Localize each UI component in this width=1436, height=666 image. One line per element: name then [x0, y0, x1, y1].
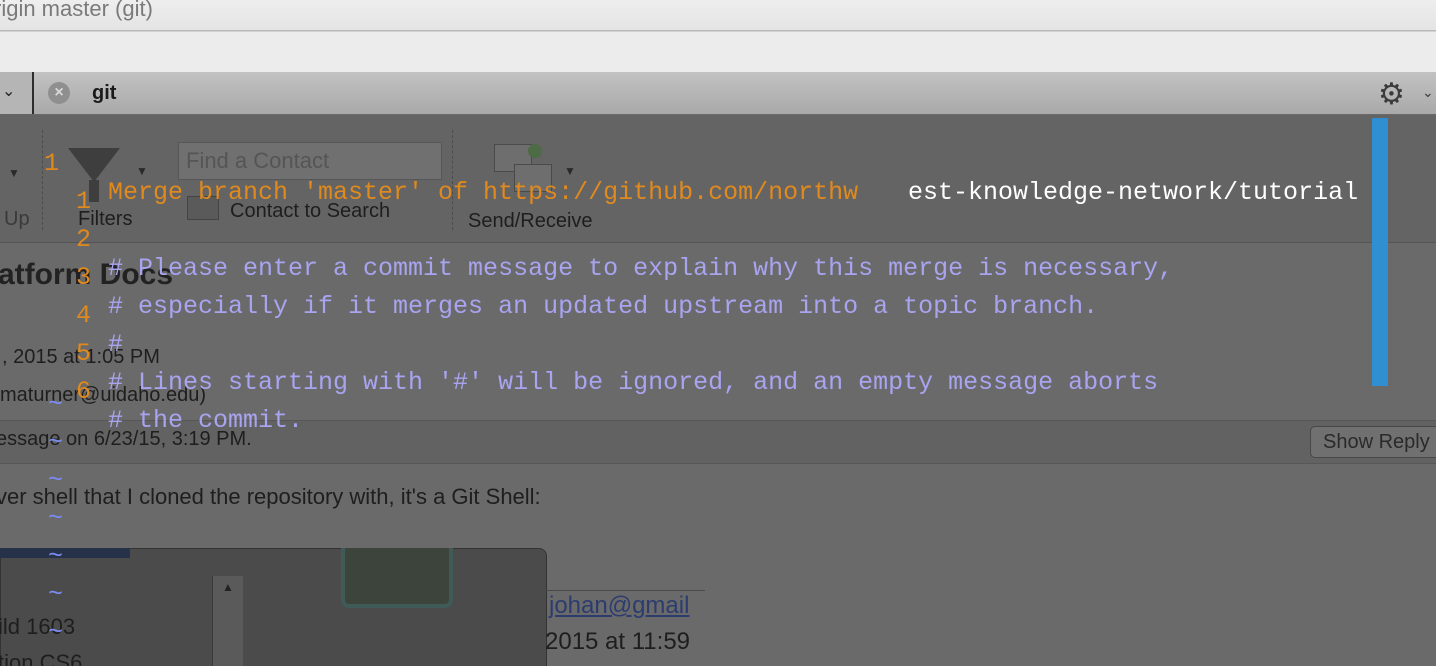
- editor-line: 2 # Please enter a commit message to exp…: [34, 196, 1173, 283]
- close-circle-icon[interactable]: ×: [48, 82, 70, 104]
- tab-git[interactable]: git: [92, 82, 116, 105]
- empty-line-tilde: ~: [48, 542, 64, 571]
- chevron-down-icon[interactable]: ⌄: [1422, 84, 1434, 101]
- line-number: 6: [76, 377, 92, 406]
- terminal-tab-bar: × git ⚙ ⌄: [34, 72, 1436, 115]
- empty-line-tilde: ~: [48, 466, 64, 495]
- merge-message-part2: est-knowledge-network/tutorial: [908, 178, 1359, 207]
- empty-line-tilde: ~: [48, 504, 64, 533]
- chevron-down-icon[interactable]: ⌄: [2, 81, 15, 101]
- left-pane-header[interactable]: ⌄: [0, 72, 32, 115]
- window-title: rigin master (git): [0, 0, 153, 21]
- empty-line-tilde: ~: [48, 580, 64, 609]
- comment-line: # Lines starting with '#' will be ignore…: [108, 368, 1159, 397]
- merge-message-part1: Merge branch 'master' of https://github.…: [108, 178, 859, 207]
- editor-line: 6 # the commit.: [34, 348, 303, 435]
- editor-line: 1 Merge branch 'master' of https://githu…: [34, 120, 1358, 207]
- comment-line: # especially if it merges an updated ups…: [108, 292, 1099, 321]
- comment-line: # the commit.: [108, 406, 304, 435]
- cursor-highlight: [1372, 118, 1388, 386]
- comment-line: #: [108, 330, 124, 359]
- comment-line: # Please enter a commit message to expla…: [108, 254, 1174, 283]
- gear-icon[interactable]: ⚙: [1378, 77, 1405, 112]
- editor-line: 4 #: [34, 272, 123, 359]
- empty-line-tilde: ~: [48, 618, 64, 647]
- empty-line-tilde: ~: [48, 390, 64, 419]
- caret-down-icon: ▼: [8, 166, 20, 180]
- editor-line: 1: [34, 158, 94, 216]
- empty-line-tilde: ~: [48, 428, 64, 457]
- editor-line: 3 # especially if it merges an updated u…: [34, 234, 1098, 321]
- bg-up-label: Up: [4, 208, 30, 230]
- vim-editor[interactable]: 1 Merge branch 'master' of https://githu…: [34, 114, 1436, 666]
- editor-line: 5 # Lines starting with '#' will be igno…: [34, 310, 1158, 397]
- window-titlebar: rigin master (git): [0, 0, 1436, 31]
- toolbar-strip: [0, 31, 1436, 72]
